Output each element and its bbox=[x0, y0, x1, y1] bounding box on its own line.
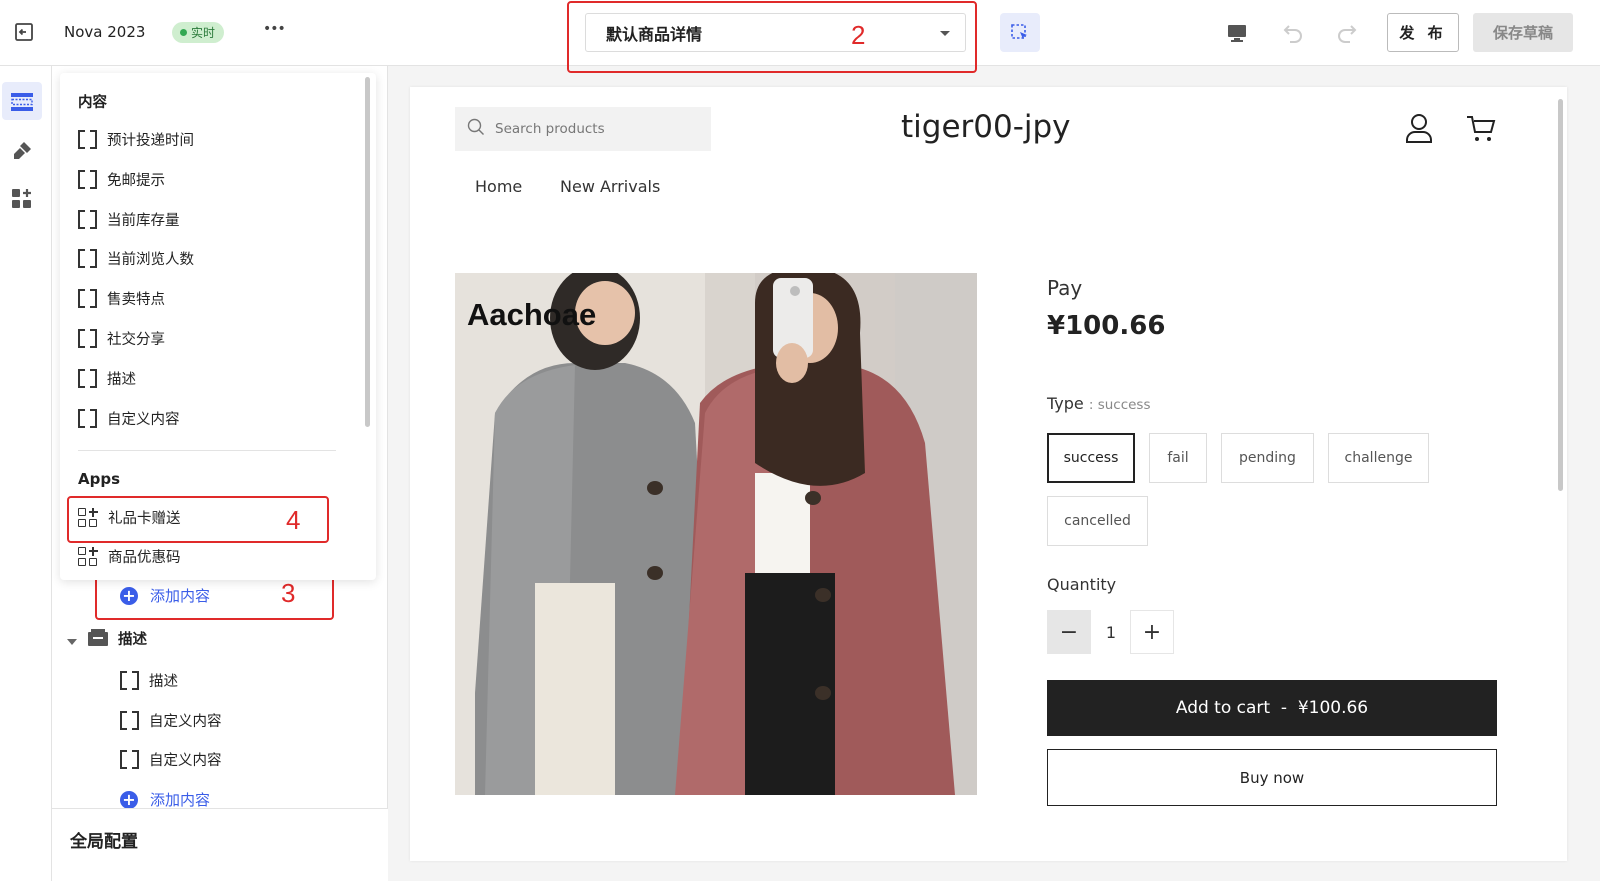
popup-scrollbar[interactable] bbox=[365, 77, 370, 427]
block-bracket-icon bbox=[78, 170, 97, 189]
popup-item[interactable]: 当前浏览人数 bbox=[78, 248, 194, 269]
block-bracket-icon bbox=[78, 289, 97, 308]
canvas-scrollbar[interactable] bbox=[1558, 99, 1563, 491]
popup-item-label: 当前库存量 bbox=[107, 213, 180, 229]
block-bracket-icon bbox=[120, 750, 139, 769]
search-placeholder: Search products bbox=[495, 121, 605, 137]
publish-button[interactable]: 发 布 bbox=[1387, 13, 1459, 52]
status-badge-label: 实时 bbox=[191, 26, 216, 40]
undo-icon[interactable] bbox=[1278, 18, 1308, 48]
tree-item[interactable]: 描述 bbox=[120, 670, 178, 691]
block-bracket-icon bbox=[78, 369, 97, 388]
popup-item[interactable]: 免邮提示 bbox=[78, 169, 165, 190]
popup-item-label: 售卖特点 bbox=[107, 292, 165, 308]
product-price: ¥100.66 bbox=[1047, 311, 1166, 341]
annotation-number-4: 4 bbox=[286, 505, 301, 535]
variant-option-success[interactable]: success bbox=[1047, 433, 1135, 483]
annotation-number-3: 3 bbox=[281, 578, 296, 608]
store-brand[interactable]: tiger00-jpy bbox=[901, 109, 1071, 145]
sections-icon[interactable] bbox=[8, 90, 36, 114]
variant-option-fail[interactable]: fail bbox=[1149, 433, 1207, 483]
add-content-label: 添加内容 bbox=[150, 791, 211, 809]
exit-icon[interactable] bbox=[12, 20, 36, 44]
type-label: Type : success bbox=[1047, 394, 1151, 413]
popup-item[interactable]: 描述 bbox=[78, 368, 136, 389]
tree-item-label: 描述 bbox=[149, 674, 178, 690]
popup-item-label: 描述 bbox=[107, 372, 136, 388]
pay-label: Pay bbox=[1047, 276, 1083, 300]
search-icon bbox=[467, 118, 485, 140]
nav-home[interactable]: Home bbox=[475, 177, 522, 196]
block-bracket-icon bbox=[120, 711, 139, 730]
tree-item[interactable]: 自定义内容 bbox=[120, 749, 222, 770]
quantity-plus-button[interactable]: + bbox=[1130, 610, 1174, 654]
app-grid-icon bbox=[78, 546, 98, 567]
add-to-cart-button[interactable]: Add to cart - ¥100.66 bbox=[1047, 680, 1497, 736]
plus-circle-icon: + bbox=[120, 790, 138, 809]
popup-item-label: 自定义内容 bbox=[107, 412, 180, 428]
tree-item-label: 自定义内容 bbox=[149, 753, 222, 769]
divider bbox=[78, 450, 336, 451]
type-label-text: Type bbox=[1047, 394, 1084, 413]
annotation-box-2 bbox=[567, 1, 977, 73]
tree-item[interactable]: 自定义内容 bbox=[120, 710, 222, 731]
popup-item-label: 预计投递时间 bbox=[107, 133, 194, 149]
store-search[interactable]: Search products bbox=[455, 107, 711, 151]
more-icon[interactable]: ••• bbox=[263, 21, 286, 37]
app-name: Nova 2023 bbox=[64, 23, 146, 41]
preview-canvas: Search products tiger00-jpy Home New Arr… bbox=[410, 87, 1567, 861]
popup-item-label: 社交分享 bbox=[107, 332, 165, 348]
quantity-value[interactable]: 1 bbox=[1089, 610, 1133, 654]
section-title[interactable]: 描述 bbox=[118, 628, 147, 649]
desktop-icon[interactable] bbox=[1222, 18, 1252, 48]
content-heading: 内容 bbox=[78, 95, 107, 111]
block-bracket-icon bbox=[78, 210, 97, 229]
quantity-minus-button[interactable]: − bbox=[1047, 610, 1091, 654]
popup-item[interactable]: 当前库存量 bbox=[78, 209, 180, 230]
type-selected-value: success bbox=[1097, 397, 1151, 413]
buy-now-button[interactable]: Buy now bbox=[1047, 749, 1497, 806]
block-bracket-icon bbox=[78, 329, 97, 348]
product-image[interactable]: Aachoae bbox=[455, 273, 977, 795]
section-block-icon bbox=[87, 628, 109, 652]
variant-option-cancelled[interactable]: cancelled bbox=[1047, 496, 1148, 546]
apps-heading: Apps bbox=[78, 470, 121, 488]
caret-down-icon[interactable] bbox=[66, 632, 78, 651]
quantity-label: Quantity bbox=[1047, 575, 1117, 594]
global-config[interactable]: 全局配置 bbox=[52, 808, 388, 881]
left-rail bbox=[0, 66, 52, 881]
status-badge: 实时 bbox=[172, 22, 225, 43]
save-draft-button[interactable]: 保存草稿 bbox=[1473, 13, 1573, 52]
select-element-icon[interactable] bbox=[1000, 13, 1040, 52]
block-bracket-icon bbox=[78, 409, 97, 428]
top-toolbar: Nova 2023 实时 ••• 默认商品详情 2 发 布 保存草稿 bbox=[0, 0, 1600, 73]
redo-icon[interactable] bbox=[1332, 18, 1362, 48]
annotation-number-2: 2 bbox=[851, 20, 866, 50]
variant-option-pending[interactable]: pending bbox=[1221, 433, 1314, 483]
apps-add-icon[interactable] bbox=[8, 186, 36, 212]
nav-new-arrivals[interactable]: New Arrivals bbox=[560, 177, 660, 196]
popup-app-item[interactable]: 商品优惠码 bbox=[78, 546, 181, 567]
variant-option-challenge[interactable]: challenge bbox=[1328, 433, 1429, 483]
add-content-button-2[interactable]: + 添加内容 bbox=[120, 789, 210, 810]
popup-item-label: 当前浏览人数 bbox=[107, 252, 194, 268]
block-bracket-icon bbox=[120, 671, 139, 690]
popup-item[interactable]: 售卖特点 bbox=[78, 288, 165, 309]
popup-item[interactable]: 社交分享 bbox=[78, 328, 165, 349]
block-bracket-icon bbox=[78, 249, 97, 268]
annotation-box-3 bbox=[95, 574, 334, 620]
popup-item-label: 商品优惠码 bbox=[108, 550, 181, 566]
image-logo-text: Aachoae bbox=[467, 297, 596, 332]
tree-item-label: 自定义内容 bbox=[149, 714, 222, 730]
cart-icon[interactable] bbox=[1466, 115, 1496, 147]
block-bracket-icon bbox=[78, 130, 97, 149]
account-icon[interactable] bbox=[1405, 113, 1433, 147]
theme-brush-icon[interactable] bbox=[8, 138, 36, 164]
popup-item[interactable]: 预计投递时间 bbox=[78, 129, 194, 150]
popup-item-label: 免邮提示 bbox=[107, 173, 165, 189]
live-dot-icon bbox=[180, 29, 187, 36]
popup-item[interactable]: 自定义内容 bbox=[78, 408, 180, 429]
